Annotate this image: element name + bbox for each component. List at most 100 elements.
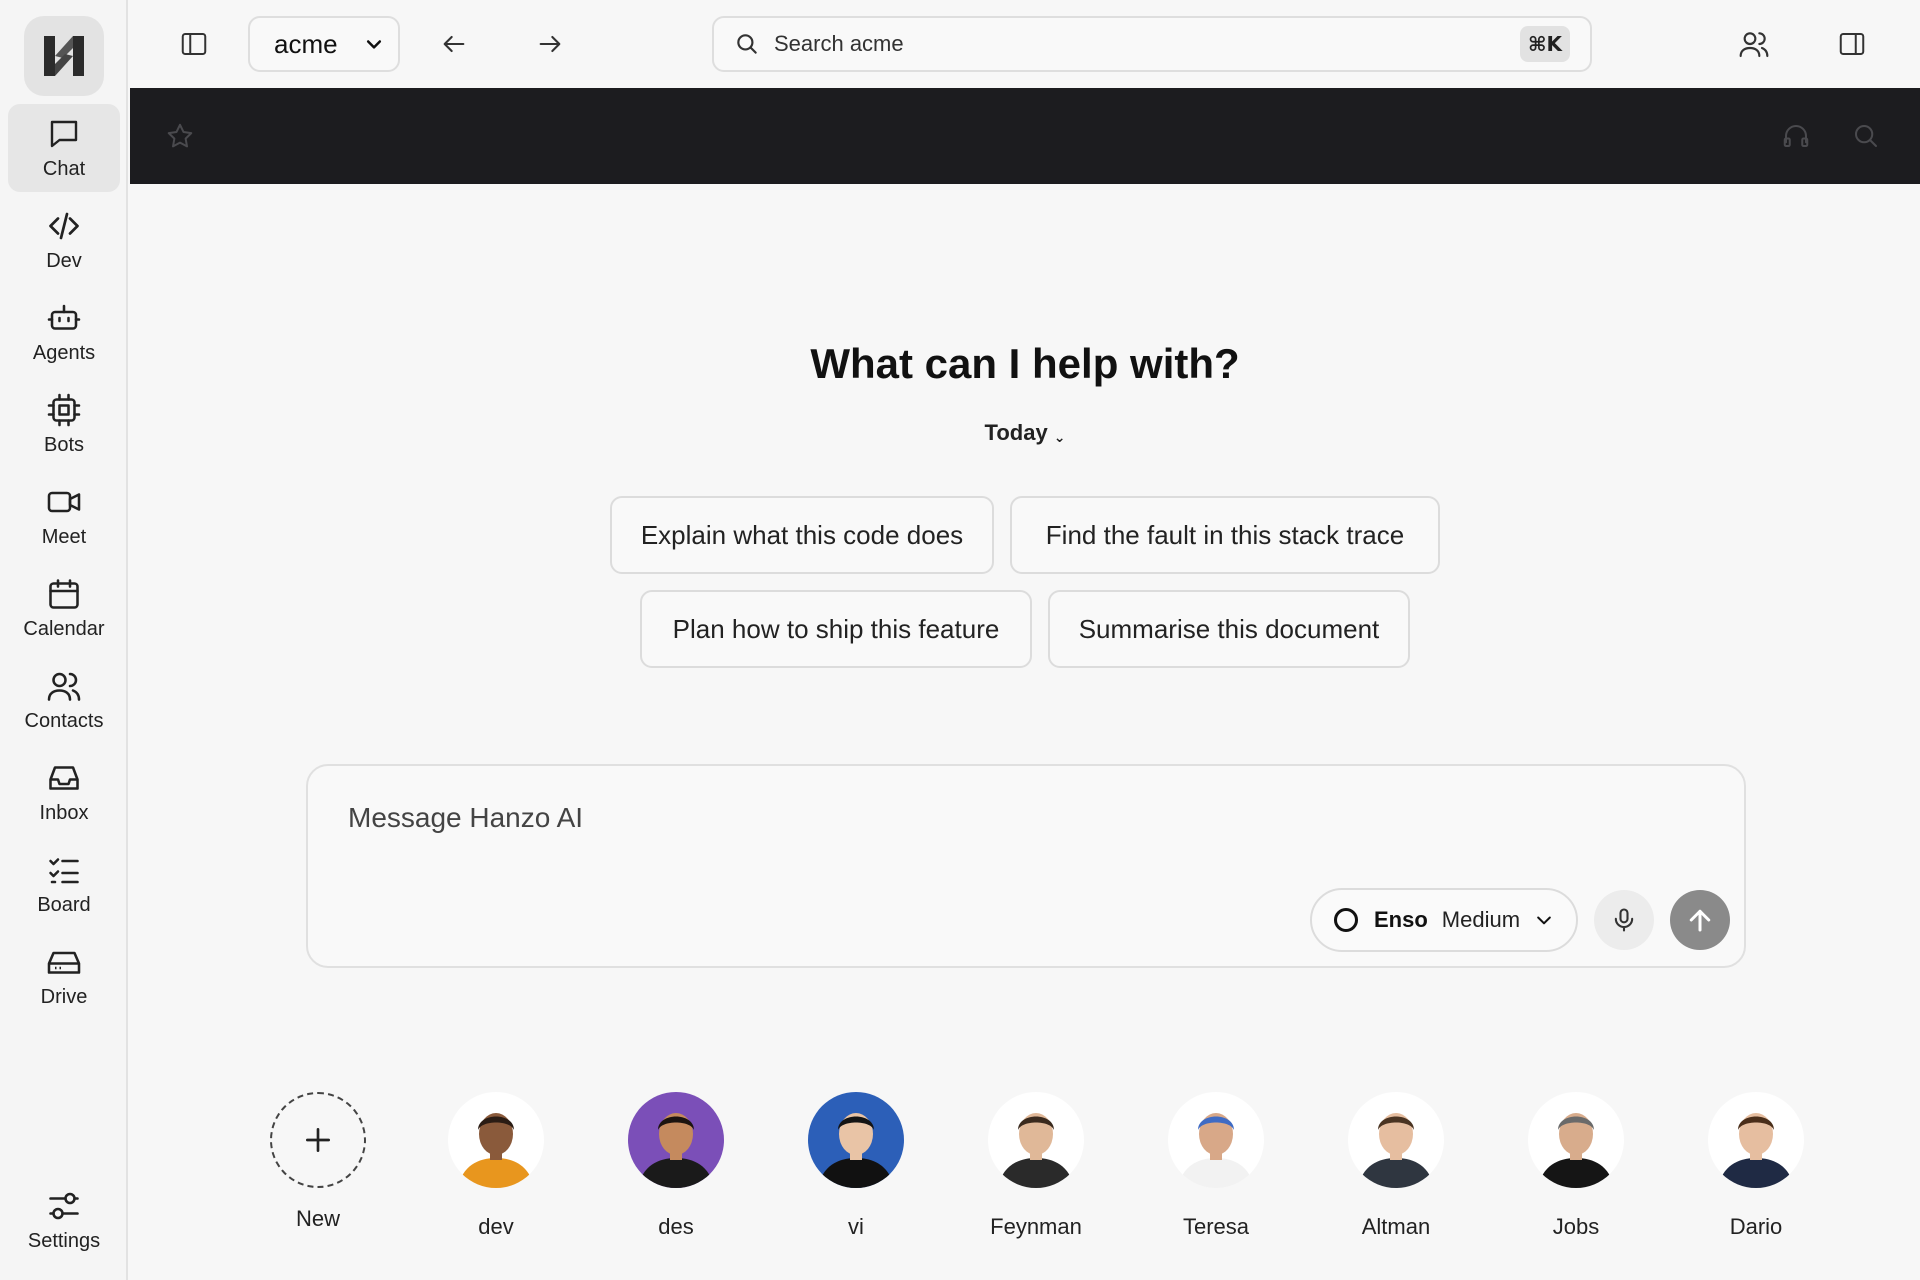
headphones-icon bbox=[1783, 125, 1809, 147]
sidebar-item-bots[interactable]: Bots bbox=[8, 380, 120, 468]
org-select[interactable]: acme bbox=[248, 16, 400, 72]
sidebar: Chat Dev Agents Bots Meet Calendar Conta… bbox=[0, 0, 128, 1280]
suggestion-label: Find the fault in this stack trace bbox=[1045, 519, 1405, 550]
enso-circle-icon bbox=[1333, 907, 1359, 933]
favorite-button[interactable] bbox=[162, 118, 198, 154]
avatar-portrait bbox=[628, 1092, 724, 1188]
avatar bbox=[1348, 1092, 1444, 1188]
sidebar-item-settings[interactable]: Settings bbox=[8, 1176, 120, 1264]
new-agent-circle bbox=[270, 1092, 366, 1188]
sidebar-item-label: Board bbox=[37, 893, 91, 916]
search-input[interactable]: Search acme ⌘K bbox=[712, 16, 1592, 72]
sidebar-item-label: Agents bbox=[32, 341, 96, 364]
calendar-icon bbox=[49, 578, 79, 609]
agent-name: Dario bbox=[1729, 1214, 1783, 1239]
topbar: acme Search acme ⌘K bbox=[130, 0, 1920, 88]
period-label: Today bbox=[984, 420, 1048, 445]
video-icon bbox=[47, 491, 81, 512]
voice-mode-button[interactable] bbox=[1778, 118, 1814, 154]
sidebar-item-agents[interactable]: Agents bbox=[8, 288, 120, 376]
message-composer[interactable]: Message Hanzo AI Enso Medium bbox=[306, 764, 1746, 968]
users-icon bbox=[47, 672, 81, 701]
sidebar-item-drive[interactable]: Drive bbox=[8, 932, 120, 1020]
suggestion-label: Summarise this document bbox=[1078, 613, 1380, 644]
agent-name: des bbox=[658, 1214, 694, 1239]
toggle-right-panel-button[interactable] bbox=[1832, 24, 1872, 64]
agent-dev[interactable]: dev bbox=[426, 1092, 566, 1240]
suggestion-chip[interactable]: Explain what this code does bbox=[610, 496, 994, 574]
model-level: Medium bbox=[1441, 907, 1521, 932]
sidebar-item-dev[interactable]: Dev bbox=[8, 196, 120, 284]
new-agent-button[interactable]: New bbox=[248, 1092, 388, 1232]
agent-teresa[interactable]: Teresa bbox=[1146, 1092, 1286, 1240]
model-selector[interactable]: Enso Medium bbox=[1310, 888, 1578, 952]
agent-dario[interactable]: Dario bbox=[1686, 1092, 1826, 1240]
arrow-right-icon bbox=[539, 35, 561, 53]
sidebar-item-label: Contacts bbox=[24, 709, 104, 732]
avatar bbox=[1708, 1092, 1804, 1188]
search-icon bbox=[1855, 125, 1877, 147]
sidebar-item-label: Chat bbox=[42, 157, 86, 180]
logo-mark-icon bbox=[44, 36, 84, 76]
sidebar-toggle-icon bbox=[181, 33, 207, 55]
avatar bbox=[808, 1092, 904, 1188]
toggle-sidebar-button[interactable] bbox=[176, 26, 212, 62]
forward-button[interactable] bbox=[532, 26, 568, 62]
suggestion-chip[interactable]: Find the fault in this stack trace bbox=[1010, 496, 1440, 574]
arrow-left-icon bbox=[443, 35, 465, 53]
agent-feynman[interactable]: Feynman bbox=[966, 1092, 1106, 1240]
sidebar-item-calendar[interactable]: Calendar bbox=[8, 564, 120, 652]
model-name: Enso bbox=[1374, 907, 1428, 932]
sidebar-item-chat[interactable]: Chat bbox=[8, 104, 120, 192]
sidebar-item-inbox[interactable]: Inbox bbox=[8, 748, 120, 836]
star-icon bbox=[167, 123, 193, 148]
agent-name: vi bbox=[848, 1214, 864, 1239]
suggestion-chip[interactable]: Plan how to ship this feature bbox=[640, 590, 1032, 668]
bot-icon bbox=[47, 304, 81, 330]
header-banner bbox=[130, 88, 1920, 184]
sidebar-item-contacts[interactable]: Contacts bbox=[8, 656, 120, 744]
avatar-portrait bbox=[1168, 1092, 1264, 1188]
banner-search-button[interactable] bbox=[1848, 118, 1884, 154]
sidebar-item-board[interactable]: Board bbox=[8, 840, 120, 928]
inbox-icon bbox=[49, 765, 79, 790]
avatar-portrait bbox=[1708, 1092, 1804, 1188]
agent-vi[interactable]: vi bbox=[786, 1092, 926, 1240]
avatar bbox=[628, 1092, 724, 1188]
agent-name: Feynman bbox=[990, 1214, 1082, 1239]
search-placeholder: Search acme bbox=[774, 31, 904, 56]
agent-name: New bbox=[295, 1206, 340, 1231]
page-title: What can I help with? bbox=[810, 340, 1240, 387]
avatar-portrait bbox=[1528, 1092, 1624, 1188]
chat-icon bbox=[50, 120, 78, 147]
checklist-icon bbox=[49, 857, 79, 883]
microphone-button[interactable] bbox=[1594, 890, 1654, 950]
suggestion-label: Plan how to ship this feature bbox=[672, 613, 1000, 644]
back-button[interactable] bbox=[436, 26, 472, 62]
agent-name: Jobs bbox=[1552, 1214, 1600, 1239]
sidebar-item-meet[interactable]: Meet bbox=[8, 472, 120, 560]
period-selector[interactable]: Today ⌄ bbox=[130, 420, 1920, 446]
org-select-value: acme bbox=[274, 28, 338, 59]
suggestion-chip[interactable]: Summarise this document bbox=[1048, 590, 1410, 668]
agent-name: Teresa bbox=[1182, 1214, 1250, 1239]
search-icon bbox=[737, 34, 757, 54]
microphone-icon bbox=[1614, 908, 1634, 932]
sidebar-nav: Chat Dev Agents Bots Meet Calendar Conta… bbox=[8, 104, 120, 1024]
avatar-portrait bbox=[1348, 1092, 1444, 1188]
agent-jobs[interactable]: Jobs bbox=[1506, 1092, 1646, 1240]
sidebar-settings-label: Settings bbox=[27, 1229, 101, 1252]
sidebar-item-label: Drive bbox=[40, 985, 88, 1008]
hanzo-logo[interactable] bbox=[24, 16, 104, 96]
users-icon bbox=[1739, 32, 1769, 58]
team-button[interactable] bbox=[1734, 24, 1774, 64]
arrow-up-icon bbox=[1689, 909, 1711, 932]
sidebar-item-label: Dev bbox=[46, 249, 82, 272]
right-panel-icon bbox=[1839, 33, 1865, 55]
agent-des[interactable]: des bbox=[606, 1092, 746, 1240]
avatar bbox=[1528, 1092, 1624, 1188]
agent-altman[interactable]: Altman bbox=[1326, 1092, 1466, 1240]
drive-icon bbox=[47, 951, 81, 974]
settings-sliders-icon bbox=[49, 1192, 79, 1219]
send-button[interactable] bbox=[1670, 890, 1730, 950]
